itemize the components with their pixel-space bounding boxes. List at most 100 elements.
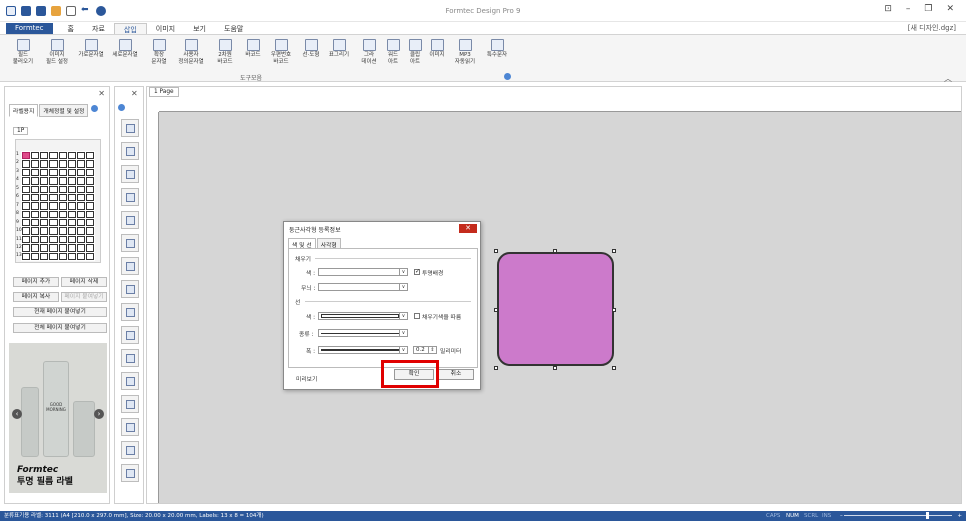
label-cell[interactable]: [58, 219, 67, 227]
label-cell[interactable]: [76, 235, 85, 244]
spinner-icon[interactable]: ⇕: [428, 347, 436, 353]
zoom-in-icon[interactable]: +: [957, 511, 962, 521]
label-cell[interactable]: [49, 193, 58, 202]
label-cell[interactable]: [22, 244, 31, 252]
label-cell[interactable]: [22, 177, 31, 185]
ribbon-button-8[interactable]: 우편번호 바코드: [268, 39, 294, 66]
resize-handle[interactable]: [612, 249, 616, 253]
zoom-out-icon[interactable]: –: [840, 511, 843, 521]
label-cell[interactable]: [58, 244, 67, 252]
label-cell[interactable]: [67, 193, 76, 202]
label-cell[interactable]: [49, 177, 58, 185]
side-tool-button[interactable]: [121, 418, 139, 436]
pattern-select[interactable]: ∨: [318, 283, 408, 291]
paste-page-button[interactable]: 페이지 붙여넣기: [61, 292, 107, 302]
tab-view[interactable]: 보기: [184, 23, 215, 34]
label-cell[interactable]: [22, 219, 31, 227]
advertisement-banner[interactable]: GOOD MORNING ‹ › Formtec 투명 필름 라벨: [9, 343, 107, 493]
label-cell[interactable]: [49, 210, 58, 219]
label-cell[interactable]: [85, 177, 94, 185]
label-cell[interactable]: [85, 168, 94, 177]
label-cell[interactable]: [67, 177, 76, 185]
ribbon-button-4[interactable]: 확장 문자열: [146, 39, 172, 66]
side-tool-button[interactable]: [121, 234, 139, 252]
label-cell[interactable]: [31, 210, 40, 219]
label-cell[interactable]: [22, 202, 31, 210]
tab-formtec[interactable]: Formtec: [6, 23, 53, 34]
side-tool-button[interactable]: [121, 303, 139, 321]
line-width-stepper[interactable]: 0.2 ⇕: [413, 346, 437, 354]
resize-handle[interactable]: [494, 307, 498, 312]
side-tool-button[interactable]: [121, 165, 139, 183]
label-cell[interactable]: [76, 168, 85, 177]
label-cell[interactable]: [76, 202, 85, 210]
ribbon-button-0[interactable]: 필드 불러오기: [10, 39, 36, 66]
label-cell[interactable]: [22, 160, 31, 168]
rounded-rectangle-shape[interactable]: [497, 252, 614, 366]
resize-handle[interactable]: [612, 307, 616, 312]
ribbon-display-icon[interactable]: ⊡: [884, 4, 892, 14]
label-cell[interactable]: [40, 193, 49, 202]
copy-page-button[interactable]: 페이지 복사: [13, 292, 59, 302]
tab-image[interactable]: 이미지: [147, 23, 184, 34]
label-cell[interactable]: [76, 210, 85, 219]
label-cell[interactable]: [58, 202, 67, 210]
label-cell[interactable]: [67, 244, 76, 252]
label-cell[interactable]: [31, 177, 40, 185]
close-button[interactable]: ✕: [946, 4, 954, 14]
label-cell[interactable]: [31, 168, 40, 177]
side-tool-button[interactable]: [121, 372, 139, 390]
label-cell[interactable]: [76, 244, 85, 252]
label-cell[interactable]: [22, 168, 31, 177]
label-cell[interactable]: [49, 152, 58, 160]
minimize-button[interactable]: –: [906, 4, 911, 14]
label-cell[interactable]: [40, 152, 49, 160]
label-cell[interactable]: [49, 219, 58, 227]
label-cell[interactable]: [40, 244, 49, 252]
tab-insert[interactable]: 삽입: [113, 23, 147, 34]
fill-color-select[interactable]: ∨: [318, 268, 408, 276]
label-cell[interactable]: [40, 202, 49, 210]
ribbon-button-10[interactable]: 표그리기: [326, 39, 352, 59]
label-cell[interactable]: [67, 210, 76, 219]
side-tool-button[interactable]: [121, 211, 139, 229]
ribbon-button-7[interactable]: 바코드: [240, 39, 266, 59]
label-cell[interactable]: [58, 177, 67, 185]
ribbon-button-3[interactable]: 세로문자열: [112, 39, 138, 59]
resize-handle[interactable]: [553, 366, 557, 370]
add-page-button[interactable]: 페이지 추가: [13, 277, 59, 287]
label-cell[interactable]: [85, 210, 94, 219]
tab-help[interactable]: 도움말: [215, 23, 252, 34]
label-cell[interactable]: [31, 185, 40, 193]
label-cell[interactable]: [85, 219, 94, 227]
resize-handle[interactable]: [494, 366, 498, 370]
ribbon-button-9[interactable]: 선·도형: [298, 39, 324, 59]
delete-page-button[interactable]: 페이지 삭제: [61, 277, 107, 287]
ribbon-button-2[interactable]: 가로문자열: [78, 39, 104, 59]
label-cell[interactable]: [49, 160, 58, 168]
label-cell[interactable]: [76, 193, 85, 202]
label-cell[interactable]: [22, 152, 31, 160]
label-cell[interactable]: [85, 160, 94, 168]
side-tool-button[interactable]: [121, 441, 139, 459]
label-cell[interactable]: [49, 252, 58, 260]
label-cell[interactable]: [76, 185, 85, 193]
label-cell[interactable]: [40, 252, 49, 260]
resize-handle[interactable]: [553, 249, 557, 253]
label-cell[interactable]: [22, 185, 31, 193]
label-cell[interactable]: [67, 252, 76, 260]
tab-data[interactable]: 자료: [83, 23, 114, 34]
label-cell[interactable]: [49, 235, 58, 244]
label-cell[interactable]: [58, 227, 67, 235]
label-cell[interactable]: [67, 168, 76, 177]
ad-prev-icon[interactable]: ‹: [12, 409, 22, 419]
close-panel-icon[interactable]: ✕: [98, 89, 105, 98]
label-cell[interactable]: [31, 193, 40, 202]
label-cell[interactable]: [40, 177, 49, 185]
label-cell[interactable]: [85, 235, 94, 244]
label-cell[interactable]: [49, 185, 58, 193]
label-cell[interactable]: [76, 160, 85, 168]
label-cell[interactable]: [76, 152, 85, 160]
dialog-launcher-icon[interactable]: [504, 73, 511, 80]
label-cell[interactable]: [49, 168, 58, 177]
